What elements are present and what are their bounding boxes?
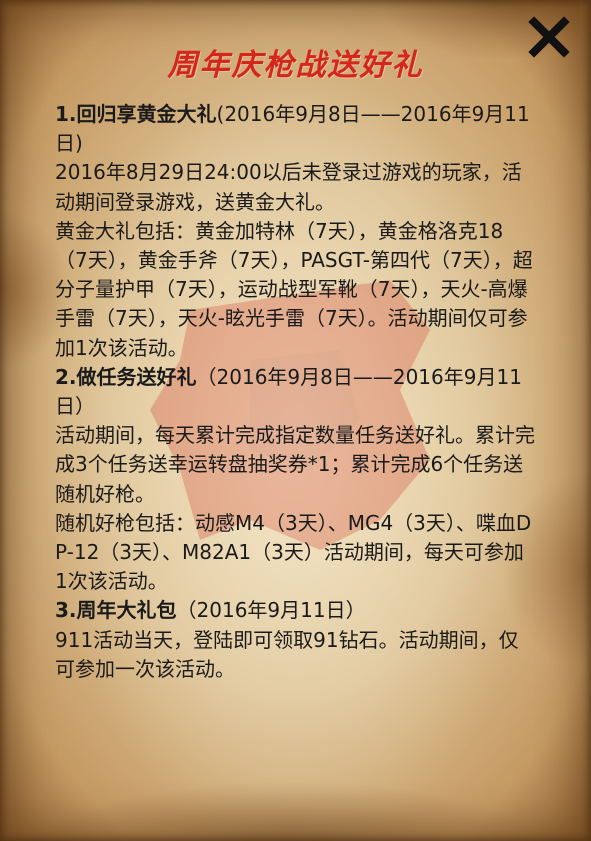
close-x-icon — [528, 16, 570, 58]
section-heading: 3.周年大礼包 — [55, 598, 177, 623]
section-paragraph: 黄金大礼包括：黄金加特林（7天），黄金格洛克18（7天），黄金手斧（7天），PA… — [55, 218, 533, 360]
section-paragraph: 2016年8月29日24:00以后未登录过游戏的玩家，活动期间登录游戏，送黄金大… — [55, 160, 522, 214]
section-3-header: 3.周年大礼包（2016年9月11日） — [55, 596, 535, 625]
panel-title: 周年庆枪战送好礼 — [167, 48, 424, 83]
section-heading: 2.做任务送好礼 — [55, 364, 197, 389]
section-paragraph: 活动期间，每天累计完成指定数量任务送好礼。累计完成3个任务送幸运转盘抽奖券*1；… — [55, 423, 535, 506]
section-1-header: 1.回归享黄金大礼(2016年9月8日——2016年9月11日) — [55, 100, 535, 158]
paper-stain — [40, 781, 540, 841]
section-heading: 1.回归享黄金大礼 — [55, 102, 217, 126]
section-2-header: 2.做任务送好礼（2016年9月8日——2016年9月11日） — [55, 363, 535, 421]
section-paragraph: 随机好枪包括：动感M4（3天）、MG4（3天）、喋血DP-12（3天）、M82A… — [55, 510, 532, 594]
event-description: 1.回归享黄金大礼(2016年9月8日——2016年9月11日) 2016年8月… — [55, 100, 535, 684]
section-date: （2016年9月11日） — [176, 598, 366, 623]
section-paragraph: 911活动当天，登陆即可领取91钻石。活动期间，仅可参加一次该活动。 — [55, 627, 519, 681]
close-button[interactable] — [528, 16, 570, 58]
